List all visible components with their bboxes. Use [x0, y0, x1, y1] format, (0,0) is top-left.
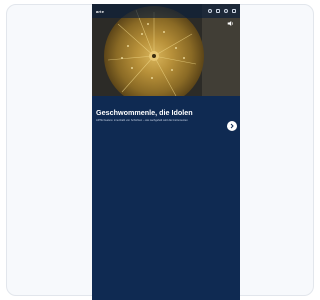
speaker-icon[interactable]: [227, 20, 234, 27]
page-title: Geschwommenle, die Idolen: [96, 108, 193, 117]
top-bar-icons: [208, 9, 236, 13]
top-bar: arte: [92, 4, 240, 18]
chevron-right-icon: [230, 123, 234, 129]
search-icon[interactable]: [208, 9, 212, 13]
menu-icon[interactable]: [232, 9, 236, 13]
page-subtitle: ARTE Feature: innenhalb von Schichten – …: [96, 119, 188, 122]
profile-icon[interactable]: [224, 9, 228, 13]
mobile-preview: arte Geschwommenle, die Idolen ARTE Feat…: [92, 4, 240, 300]
app-logo[interactable]: arte: [96, 9, 104, 14]
next-button[interactable]: [227, 121, 237, 131]
bookmark-icon[interactable]: [216, 9, 220, 13]
